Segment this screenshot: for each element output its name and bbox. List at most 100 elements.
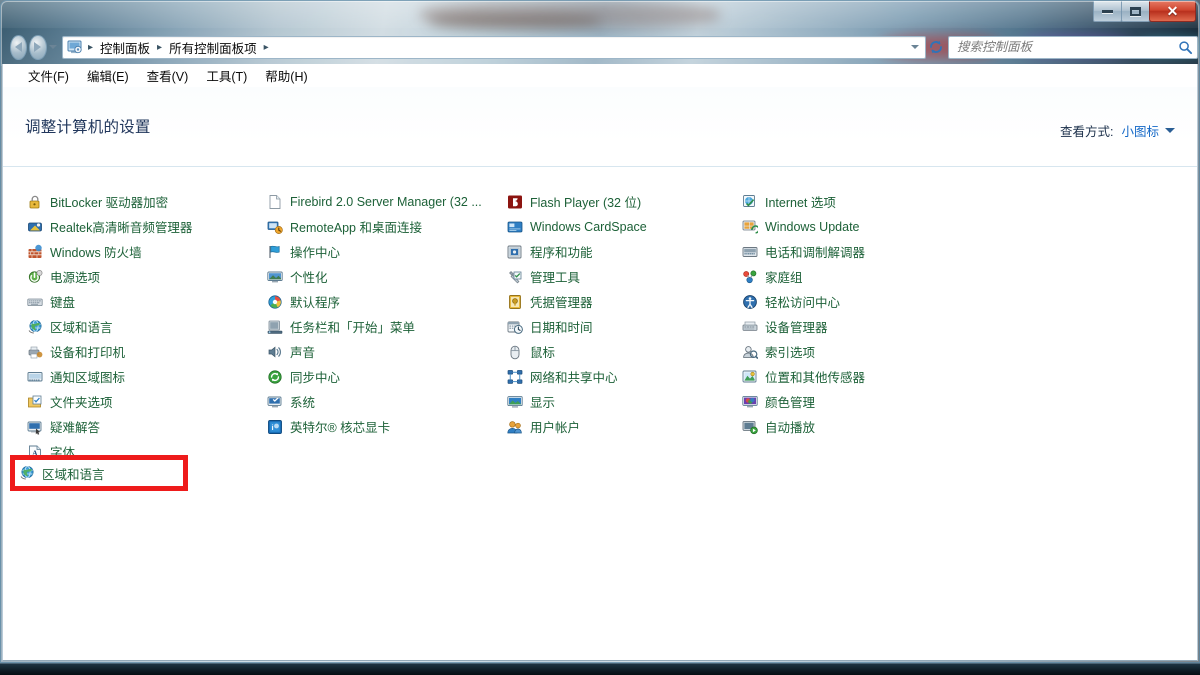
devices-printers-icon: [27, 344, 43, 360]
control-panel-item[interactable]: 设备和打印机: [25, 339, 265, 364]
power-options-icon: [27, 269, 43, 285]
forward-button[interactable]: [29, 34, 47, 60]
restore-icon: [1130, 6, 1141, 16]
minimize-button[interactable]: [1093, 1, 1122, 22]
address-dropdown-button[interactable]: [907, 45, 923, 49]
control-panel-item[interactable]: Realtek高清晰音频管理器: [25, 214, 265, 239]
control-panel-item-label: 设备和打印机: [50, 346, 126, 360]
control-panel-item-label: Windows 防火墙: [50, 246, 142, 260]
control-panel-window: ✕ ▸ 控制面板 ▸ 所有控制面板项 ▸ 搜索控制面板 文件(F) 编辑(E) …: [0, 0, 1200, 663]
page-header: 调整计算机的设置 查看方式: 小图标: [3, 87, 1197, 167]
control-panel-item[interactable]: Flash Player (32 位): [505, 189, 740, 214]
highlighted-item-region-and-language[interactable]: 区域和语言: [19, 463, 179, 483]
control-panel-item[interactable]: 颜色管理: [740, 389, 990, 414]
breadcrumb-separator: ▸: [87, 41, 94, 53]
control-panel-item-label: 个性化: [290, 271, 328, 285]
flash-player-icon: [507, 194, 523, 210]
control-panel-item-label: 电话和调制解调器: [765, 246, 866, 260]
menu-help[interactable]: 帮助(H): [256, 64, 316, 87]
control-panel-item[interactable]: 位置和其他传感器: [740, 364, 990, 389]
control-panel-item-label: 程序和功能: [530, 246, 593, 260]
internet-options-icon: [742, 194, 758, 210]
control-panel-item[interactable]: 键盘: [25, 289, 265, 314]
menu-view[interactable]: 查看(V): [138, 64, 198, 87]
control-panel-item-label: 默认程序: [290, 296, 341, 310]
breadcrumb-item-all-items[interactable]: 所有控制面板项: [164, 37, 262, 58]
control-panel-item[interactable]: Windows CardSpace: [505, 214, 740, 239]
control-panel-item[interactable]: BitLocker 驱动器加密: [25, 189, 265, 214]
control-panel-item[interactable]: 网络和共享中心: [505, 364, 740, 389]
control-panel-item-label: 用户帐户: [530, 421, 581, 435]
control-panel-item[interactable]: 日期和时间: [505, 314, 740, 339]
control-panel-item[interactable]: RemoteApp 和桌面连接: [265, 214, 505, 239]
maximize-button[interactable]: [1121, 1, 1150, 22]
control-panel-icon: [67, 39, 83, 55]
breadcrumb-item-control-panel[interactable]: 控制面板: [95, 37, 155, 58]
control-panel-item[interactable]: 默认程序: [265, 289, 505, 314]
control-panel-item[interactable]: Windows Update: [740, 214, 990, 239]
control-panel-item[interactable]: 用户帐户: [505, 414, 740, 439]
folder-options-icon: [27, 394, 43, 410]
control-panel-item[interactable]: 通知区域图标: [25, 364, 265, 389]
control-panel-item[interactable]: 声音: [265, 339, 505, 364]
control-panel-item[interactable]: Windows 防火墙: [25, 239, 265, 264]
control-panel-item[interactable]: 凭据管理器: [505, 289, 740, 314]
chevron-down-icon: [49, 45, 58, 49]
notification-icons-icon: [27, 369, 43, 385]
control-panel-item[interactable]: 程序和功能: [505, 239, 740, 264]
control-panel-item-label: 索引选项: [765, 346, 816, 360]
grid-column-1: BitLocker 驱动器加密 Realtek高清晰音频管理器 Windows 防火…: [25, 189, 265, 464]
control-panel-item[interactable]: 显示: [505, 389, 740, 414]
control-panel-item-label: 同步中心: [290, 371, 341, 385]
control-panel-item[interactable]: 系统: [265, 389, 505, 414]
control-panel-item[interactable]: 个性化: [265, 264, 505, 289]
cardspace-icon: [507, 219, 523, 235]
sound-icon: [267, 344, 283, 360]
control-panel-item[interactable]: 电源选项: [25, 264, 265, 289]
control-panel-item[interactable]: 操作中心: [265, 239, 505, 264]
control-panel-item[interactable]: 任务栏和「开始」菜单: [265, 314, 505, 339]
window-client-area: 文件(F) 编辑(E) 查看(V) 工具(T) 帮助(H) 调整计算机的设置 查…: [2, 64, 1198, 661]
default-programs-icon: [267, 294, 283, 310]
control-panel-item[interactable]: 家庭组: [740, 264, 990, 289]
arrow-right-icon: [34, 42, 42, 52]
control-panel-item[interactable]: 电话和调制解调器: [740, 239, 990, 264]
control-panel-item[interactable]: 管理工具: [505, 264, 740, 289]
control-panel-item[interactable]: 疑难解答: [25, 414, 265, 439]
address-bar[interactable]: ▸ 控制面板 ▸ 所有控制面板项 ▸: [61, 35, 926, 59]
search-input[interactable]: [956, 40, 1178, 54]
close-button[interactable]: ✕: [1149, 1, 1196, 22]
control-panel-item[interactable]: 自动播放: [740, 414, 990, 439]
control-panel-item[interactable]: 轻松访问中心: [740, 289, 990, 314]
control-panel-item[interactable]: Internet 选项: [740, 189, 990, 214]
control-panel-item[interactable]: Firebird 2.0 Server Manager (32 ...: [265, 189, 505, 214]
breadcrumb-separator: ▸: [157, 41, 163, 53]
back-button[interactable]: [10, 34, 28, 60]
control-panel-item-label: Internet 选项: [765, 196, 836, 210]
homegroup-icon: [742, 269, 758, 285]
search-icon: [1179, 40, 1193, 54]
control-panel-item[interactable]: 设备管理器: [740, 314, 990, 339]
search-box[interactable]: [947, 35, 1198, 59]
view-by-value[interactable]: 小图标: [1121, 121, 1159, 140]
control-panel-item-label: 位置和其他传感器: [765, 371, 866, 385]
chevron-down-icon[interactable]: [1165, 128, 1175, 133]
control-panel-item-grid: BitLocker 驱动器加密 Realtek高清晰音频管理器 Windows 防火…: [3, 167, 1197, 491]
control-panel-item-label: 自动播放: [765, 421, 816, 435]
control-panel-item-label: 鼠标: [530, 346, 556, 360]
control-panel-item[interactable]: 文件夹选项: [25, 389, 265, 414]
control-panel-item[interactable]: 区域和语言: [25, 314, 265, 339]
control-panel-item[interactable]: 鼠标: [505, 339, 740, 364]
menu-tools[interactable]: 工具(T): [197, 64, 256, 87]
menu-file[interactable]: 文件(F): [19, 64, 78, 87]
control-panel-item[interactable]: 索引选项: [740, 339, 990, 364]
refresh-button[interactable]: [928, 36, 944, 58]
recent-pages-button[interactable]: [49, 45, 58, 49]
control-panel-item[interactable]: i 英特尔® 核芯显卡: [265, 414, 505, 439]
menu-edit[interactable]: 编辑(E): [78, 64, 138, 87]
taskbar[interactable]: [0, 663, 1200, 675]
control-panel-item-label: 凭据管理器: [530, 296, 593, 310]
ease-of-access-icon: [742, 294, 758, 310]
control-panel-item[interactable]: 同步中心: [265, 364, 505, 389]
system-icon: [267, 394, 283, 410]
